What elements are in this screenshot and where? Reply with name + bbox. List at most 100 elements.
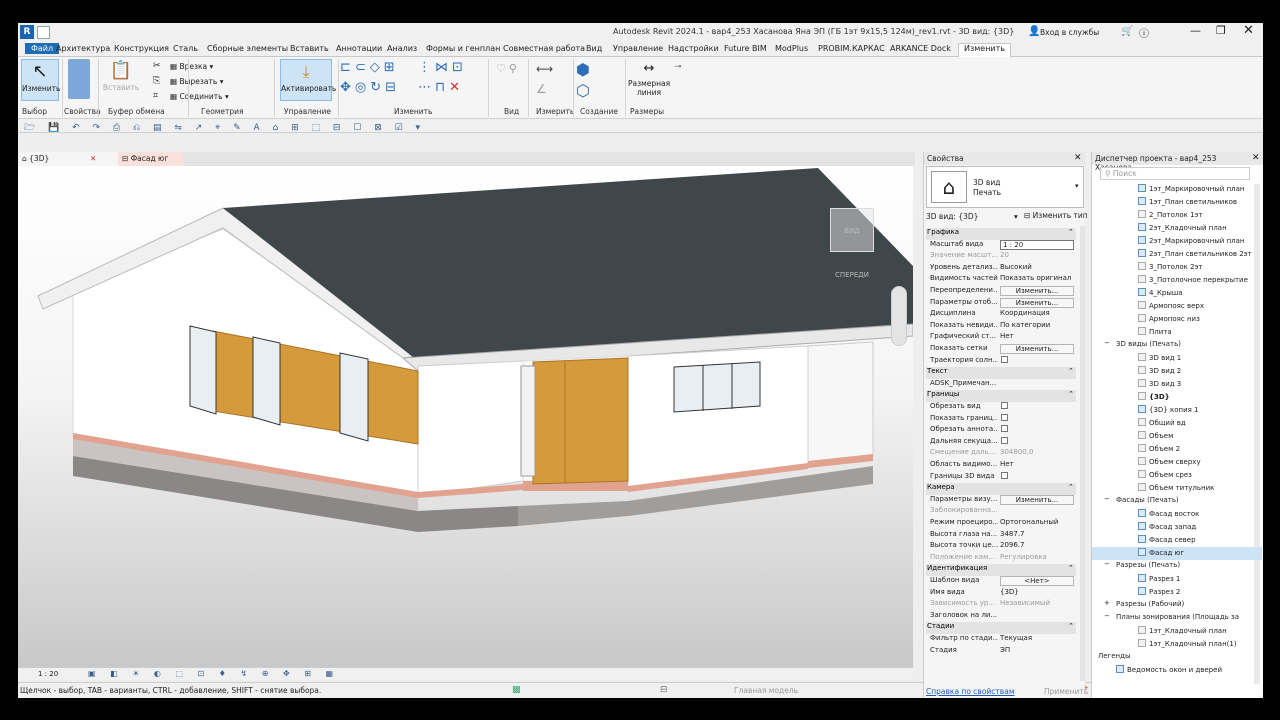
browser-item[interactable]: 3D вид 1 — [1092, 352, 1262, 365]
tab-facade-south[interactable]: ⊟ Фасад юг — [118, 152, 183, 166]
collapse-icon[interactable]: ⌃ — [1068, 390, 1074, 398]
dimension-extra-icon[interactable]: ⊸ — [674, 62, 682, 72]
checkbox-icon[interactable] — [1001, 355, 1008, 363]
property-group[interactable]: Идентификация ⌃ — [926, 564, 1076, 576]
property-edit-button[interactable]: Изменить... — [1000, 344, 1074, 354]
ribbon-tab[interactable]: Файл — [25, 43, 60, 54]
property-checkbox[interactable] — [1000, 413, 1074, 423]
browser-item[interactable]: Фасад юг — [1092, 547, 1262, 560]
property-value[interactable]: Показать оригинал — [1000, 274, 1074, 282]
3d-viewport[interactable]: ВИД СПЕРЕДИ — [18, 166, 913, 667]
checkbox-icon[interactable] — [1001, 402, 1008, 409]
browser-item[interactable]: {3D} — [1092, 391, 1262, 404]
browser-item[interactable]: Разрез 1 — [1092, 573, 1262, 586]
browser-item[interactable]: Объем — [1092, 430, 1262, 443]
property-value[interactable]: Высокий — [1000, 263, 1074, 271]
browser-item[interactable]: 1эт_Кладочный план(1) — [1092, 638, 1262, 651]
angle-icon[interactable]: ∠ — [536, 82, 547, 96]
cart-icon[interactable]: 🛒 — [1121, 26, 1133, 37]
browser-item[interactable]: 3D вид 3 — [1092, 378, 1262, 391]
mirror-tools-icon[interactable]: ⋮⋈⊡ — [418, 60, 467, 75]
join-item[interactable]: ▦ Соединить ▾ — [170, 92, 229, 101]
type-selector[interactable]: ⌂ 3D вид Печать ▾ — [926, 166, 1084, 208]
browser-item[interactable]: Фасад восток — [1092, 508, 1262, 521]
property-edit-button[interactable]: Изменить... — [1000, 494, 1074, 505]
browser-item[interactable]: Объем сверху — [1092, 456, 1262, 469]
apply-button[interactable]: Применить — [1044, 687, 1088, 696]
ribbon-panel-label[interactable]: Буфер обмена — [108, 107, 165, 116]
edit-type-button[interactable]: ⊟ Изменить тип — [1024, 211, 1088, 220]
property-value[interactable]: Координация — [1000, 309, 1074, 317]
signin-menu[interactable]: Вход в службы — [1040, 28, 1099, 37]
ribbon-panel-label[interactable]: Размеры — [630, 107, 664, 116]
activate-button[interactable]: ⤓ Активировать — [280, 59, 336, 101]
browser-item[interactable]: 1эт_Кладочный план — [1092, 625, 1262, 638]
checkbox-icon[interactable] — [1001, 413, 1008, 421]
create-group-icon[interactable]: ⬡ — [576, 81, 590, 100]
property-value[interactable]: Ортогональный — [1000, 518, 1074, 526]
move-tools-icon[interactable]: ✥◎↻⊟ — [340, 80, 400, 95]
browser-item[interactable]: 2эт_Маркировочный план — [1092, 235, 1262, 248]
open-icon[interactable] — [37, 26, 50, 39]
ribbon-tab[interactable]: Управление — [613, 44, 663, 53]
property-value[interactable]: 2096.7 — [1000, 541, 1074, 549]
browser-item[interactable]: − Планы зонирования (Площадь за — [1092, 612, 1262, 625]
viewcube[interactable]: ВИД СПЕРЕДИ — [830, 208, 874, 279]
user-icon[interactable]: 👤 — [1028, 26, 1040, 37]
property-group[interactable]: Текст ⌃ — [926, 367, 1076, 379]
worksets-icon[interactable]: ▩ — [512, 685, 521, 695]
ribbon-tab[interactable]: Изменить — [958, 43, 1011, 57]
view-scale[interactable]: 1 : 20 — [38, 670, 58, 678]
property-edit-button[interactable]: <Нет> — [1000, 576, 1074, 586]
active-model[interactable]: Главная модель — [734, 686, 798, 695]
create-part-icon[interactable]: ⬢ — [576, 60, 590, 79]
browser-item[interactable]: 3_Потолок 2эт — [1092, 261, 1262, 274]
property-edit-button[interactable]: Изменить... — [1000, 286, 1074, 296]
array-tools-icon[interactable]: ⋯⊓✕ — [418, 80, 464, 95]
cut-icon[interactable]: ✂ — [153, 61, 161, 71]
minimize-button[interactable]: — — [1190, 24, 1201, 37]
browser-item[interactable]: Объем 2 — [1092, 443, 1262, 456]
ribbon-tab[interactable]: Вставить — [290, 44, 329, 53]
property-value[interactable]: Текущая — [1000, 634, 1074, 642]
revit-logo[interactable]: R — [20, 25, 34, 39]
navigation-bar[interactable] — [891, 286, 907, 346]
property-checkbox[interactable] — [1000, 436, 1074, 446]
ribbon-panel-label[interactable]: Измерить — [536, 107, 574, 116]
browser-item[interactable]: Разрез 2 — [1092, 586, 1262, 599]
dimension-button[interactable]: ↔ Размерная линия — [628, 59, 670, 101]
property-checkbox[interactable] — [1000, 425, 1074, 434]
modify-button[interactable]: ↖ Изменить — [21, 59, 60, 101]
cut-item[interactable]: ▦ Вырезать ▾ — [170, 77, 223, 86]
browser-close-icon[interactable]: ✕ — [1252, 153, 1260, 163]
browser-item[interactable]: 1эт_Маркировочный план — [1092, 183, 1262, 196]
collapse-icon[interactable]: ⌃ — [1068, 483, 1074, 491]
ribbon-panel-label[interactable]: Вид — [504, 107, 519, 116]
property-value[interactable]: 1 : 20 — [1000, 239, 1074, 250]
checkbox-icon[interactable] — [1001, 436, 1008, 444]
browser-item[interactable]: + Разрезы (Рабочий) — [1092, 599, 1262, 612]
property-group[interactable]: Стадии ⌃ — [926, 622, 1076, 634]
ribbon-tab[interactable]: PROBIM.КАРКАС — [818, 44, 885, 53]
property-group[interactable]: Графика ⌃ — [926, 228, 1076, 240]
browser-item[interactable]: 2_Потолок 1эт — [1092, 209, 1262, 222]
ribbon-tab[interactable]: Архитектура — [56, 44, 110, 53]
browser-item[interactable]: 1эт_План светильников — [1092, 196, 1262, 209]
browser-item[interactable]: Армопояс верх — [1092, 300, 1262, 313]
browser-item[interactable]: 3_Потолочное перекрытие — [1092, 274, 1262, 287]
ribbon-tab[interactable]: Сталь — [173, 44, 198, 53]
browser-item[interactable]: − Разрезы (Печать) — [1092, 560, 1262, 573]
ribbon-tab[interactable]: Надстройки — [668, 44, 719, 53]
design-options-icon[interactable]: ⊟ — [660, 685, 668, 695]
collapse-icon[interactable]: − — [1104, 339, 1110, 347]
property-group[interactable]: Камера ⌃ — [926, 483, 1076, 495]
close-button[interactable]: ✕ — [1243, 23, 1254, 38]
ribbon-tab[interactable]: Совместная работа — [503, 44, 585, 53]
property-value[interactable]: ЭП — [1000, 646, 1074, 654]
ribbon-panel-label[interactable]: Геометрия — [201, 107, 244, 116]
collapse-icon[interactable]: ⌃ — [1068, 564, 1074, 572]
instance-selector[interactable]: 3D вид: {3D} ▾ — [926, 212, 1022, 224]
checkbox-icon[interactable] — [1001, 425, 1008, 433]
paste-button[interactable]: 📋 Вставить — [102, 59, 140, 101]
property-edit-button[interactable]: Изменить... — [1000, 297, 1074, 308]
